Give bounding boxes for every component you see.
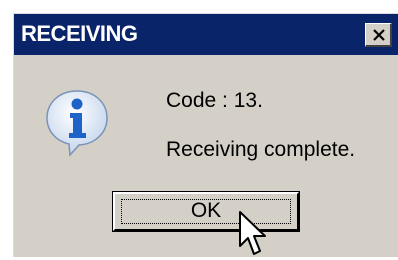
info-icon	[46, 90, 108, 157]
message-code: Code : 13.	[166, 89, 263, 112]
message-text: Receiving complete.	[166, 138, 356, 161]
close-button[interactable]	[365, 23, 392, 47]
title-bar[interactable]: RECEIVING	[14, 14, 398, 55]
dialog-title: RECEIVING	[21, 21, 138, 46]
close-icon	[373, 29, 385, 41]
message-dialog: RECEIVING Code : 13. Receiving complete.…	[13, 13, 398, 257]
ok-button[interactable]: OK	[112, 191, 300, 232]
ok-button-label: OK	[190, 199, 222, 222]
mouse-pointer-icon	[239, 211, 266, 255]
